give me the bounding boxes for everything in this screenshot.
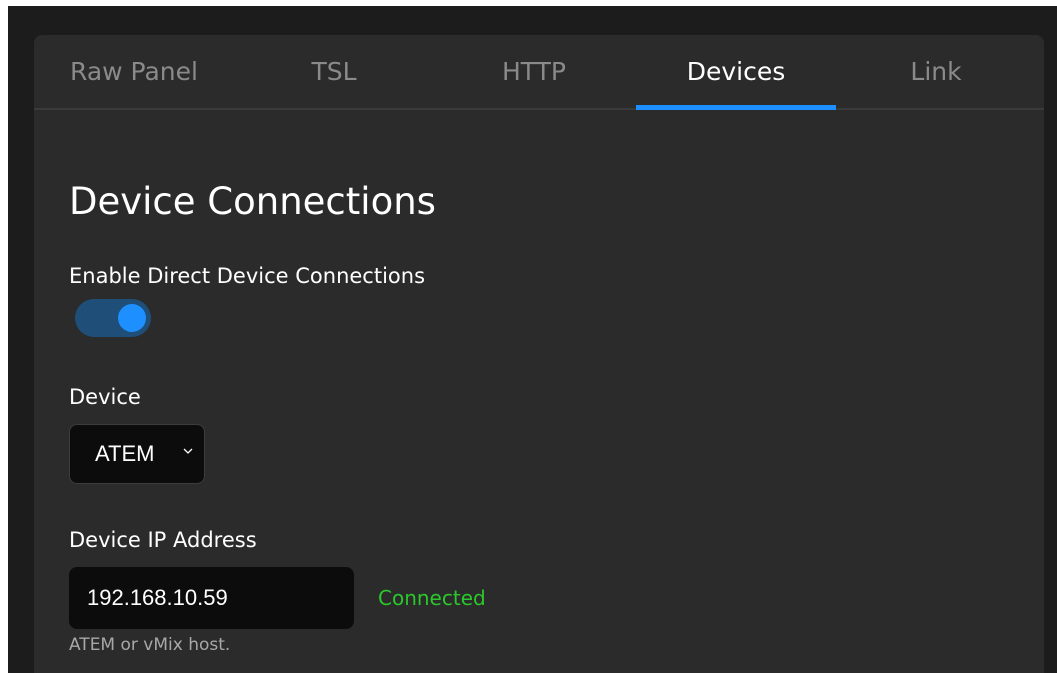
- ip-address-hint: ATEM or vMix host.: [69, 635, 231, 655]
- tab-bar: Raw Panel TSL HTTP Devices Link: [34, 35, 1044, 110]
- tab-devices[interactable]: Devices: [636, 35, 836, 110]
- ip-address-value: 192.168.10.59: [87, 585, 228, 610]
- device-label: Device: [69, 385, 141, 409]
- connection-status: Connected: [378, 586, 486, 610]
- chevron-down-icon: [183, 448, 193, 454]
- direct-connections-label: Enable Direct Device Connections: [69, 264, 426, 288]
- ip-address-input[interactable]: 192.168.10.59: [69, 567, 354, 629]
- app-window: Raw Panel TSL HTTP Devices Link Device C…: [8, 6, 1057, 673]
- direct-connections-toggle[interactable]: [75, 299, 151, 337]
- device-select[interactable]: ATEM: [69, 424, 205, 484]
- page-title: Device Connections: [69, 180, 436, 223]
- tab-http[interactable]: HTTP: [434, 35, 634, 108]
- ip-address-label: Device IP Address: [69, 528, 257, 552]
- tab-raw-panel[interactable]: Raw Panel: [34, 35, 234, 108]
- device-select-value: ATEM: [95, 441, 155, 466]
- settings-panel: Raw Panel TSL HTTP Devices Link Device C…: [34, 35, 1044, 673]
- tab-tsl[interactable]: TSL: [234, 35, 434, 108]
- toggle-knob: [118, 304, 146, 332]
- tab-link[interactable]: Link: [836, 35, 1036, 108]
